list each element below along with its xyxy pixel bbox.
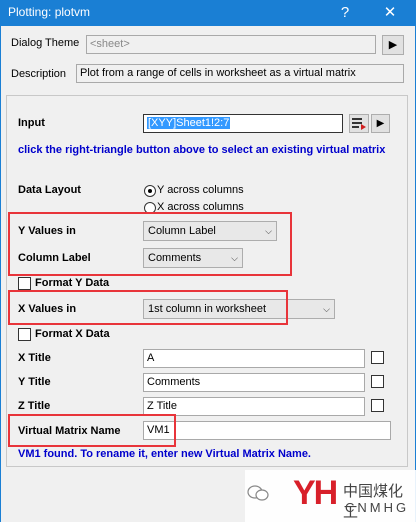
z-title-input[interactable]: Z Title [143,397,365,416]
description-field: Plot from a range of cells in worksheet … [76,64,404,83]
y-title-input[interactable]: Comments [143,373,365,392]
input-field-value: [XYY]Sheet1!2:7 [147,117,231,129]
x-title-label: X Title [18,352,51,364]
watermark-brand: YH [293,474,338,512]
highlight-box-y-values [8,212,292,276]
highlight-box-vm-name [8,414,176,447]
input-label: Input [18,117,45,129]
format-x-label: Format X Data [35,328,110,340]
description-label: Description [11,68,67,80]
close-button[interactable]: ✕ [372,0,408,26]
y-title-checkbox[interactable] [371,375,384,388]
format-y-checkbox[interactable] [18,277,31,290]
y-title-label: Y Title [18,376,51,388]
x-title-input[interactable]: A [143,349,365,368]
theme-menu-button[interactable]: ▶ [382,35,404,55]
vm-name-input[interactable]: VM1 [143,421,391,440]
dialog-theme-label: Dialog Theme [11,37,80,49]
vm-status-text: VM1 found. To rename it, enter new Virtu… [18,448,311,460]
z-title-label: Z Title [18,400,51,412]
title-bar: Plotting: plotvm ? ✕ [0,0,416,26]
window-title: Plotting: plotvm [8,5,91,19]
help-button[interactable]: ? [330,0,360,26]
x-title-checkbox[interactable] [371,351,384,364]
z-title-checkbox[interactable] [371,399,384,412]
radio-y-across-columns[interactable] [144,185,156,197]
select-hint-text: click the right-triangle button above to… [18,144,386,156]
input-field[interactable]: [XYY]Sheet1!2:7 [143,114,343,133]
data-layout-label: Data Layout [18,184,81,196]
format-y-label: Format Y Data [35,277,110,289]
watermark: YH 中国煤化工 CNMHG [245,470,416,522]
dialog-theme-field[interactable]: <sheet> [86,35,376,54]
wechat-icon [247,485,269,501]
range-select-icon [352,118,366,130]
watermark-en-text: CNMHG [345,500,410,515]
radio-y-across-columns-label: Y across columns [157,184,244,196]
chevron-down-icon: ⌵ [323,304,330,314]
select-vm-triangle-button[interactable]: ▶ [371,114,390,133]
select-range-button[interactable] [349,114,369,133]
format-x-checkbox[interactable] [18,328,31,341]
highlight-box-x-values [8,290,288,325]
